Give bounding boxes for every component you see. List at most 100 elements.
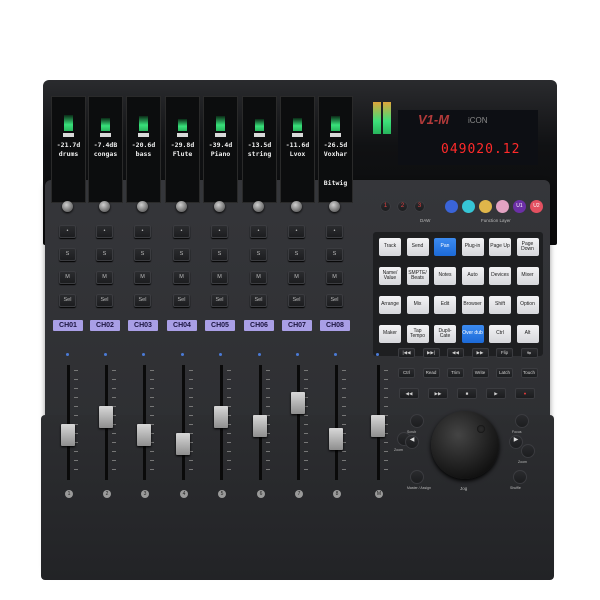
transport-button[interactable]: ⇆ [520, 348, 538, 358]
select-button[interactable]: Sel [211, 294, 228, 307]
channel-label[interactable]: CH05 [205, 320, 235, 331]
jog-wheel[interactable] [431, 411, 499, 479]
fader-cap[interactable] [329, 428, 343, 450]
nav-button-zoom2[interactable] [521, 444, 535, 458]
automation-button[interactable]: Touch [520, 368, 538, 378]
rotary-knob[interactable] [99, 201, 110, 212]
key-name-value[interactable]: Name/ Value [379, 267, 401, 285]
daw-button-3[interactable]: 3 [414, 201, 425, 212]
function-button-2[interactable] [462, 200, 475, 213]
nav-button-master[interactable] [410, 470, 424, 484]
rotary-knob[interactable] [62, 201, 73, 212]
rec-button[interactable]: • [134, 225, 151, 238]
rec-button[interactable]: • [96, 225, 113, 238]
select-button[interactable]: Sel [59, 294, 76, 307]
key-arrange[interactable]: Arrange [379, 296, 401, 314]
mute-button[interactable]: M [288, 271, 305, 284]
rotary-knob[interactable] [291, 201, 302, 212]
channel-label[interactable]: CH01 [53, 320, 83, 331]
function-button-4[interactable] [496, 200, 509, 213]
key-page-down[interactable]: Page Down [516, 238, 539, 256]
select-button[interactable]: Sel [173, 294, 190, 307]
key-maker[interactable]: Maker [379, 325, 401, 343]
solo-button[interactable]: S [134, 248, 151, 261]
transport-control[interactable]: ▶ [486, 388, 506, 399]
solo-button[interactable]: S [326, 248, 343, 261]
select-button[interactable]: Sel [326, 294, 343, 307]
fader-cap[interactable] [371, 414, 385, 437]
function-button-U1[interactable]: U1 [513, 200, 526, 213]
solo-button[interactable]: S [173, 248, 190, 261]
mute-button[interactable]: M [96, 271, 113, 284]
automation-button[interactable]: Write [471, 368, 489, 378]
mute-button[interactable]: M [134, 271, 151, 284]
fader-cap[interactable] [61, 423, 75, 446]
daw-button-2[interactable]: 2 [397, 201, 408, 212]
key-mixer[interactable]: Mixer [516, 267, 539, 285]
key-devices[interactable]: Devices [489, 267, 511, 285]
solo-button[interactable]: S [250, 248, 267, 261]
rec-button[interactable]: • [250, 225, 267, 238]
transport-button[interactable]: Flip [496, 348, 513, 358]
rotary-knob[interactable] [176, 201, 187, 212]
transport-button[interactable]: ◀◀ [447, 348, 464, 358]
daw-button-1[interactable]: 1 [380, 201, 391, 212]
select-button[interactable]: Sel [134, 294, 151, 307]
key-alt[interactable]: Alt [516, 325, 539, 343]
mute-button[interactable]: M [211, 271, 228, 284]
cursor-right[interactable]: ▶ [509, 435, 523, 449]
fader-cap[interactable] [176, 432, 190, 455]
key-option[interactable]: Option [516, 296, 539, 314]
automation-button[interactable]: Ctrl [398, 368, 415, 378]
channel-label[interactable]: CH06 [244, 320, 274, 331]
key-notes[interactable]: Notes [434, 267, 456, 285]
nav-button-shuffle[interactable] [513, 470, 527, 484]
rotary-knob[interactable] [253, 201, 264, 212]
rec-button[interactable]: • [288, 225, 305, 238]
key-shift[interactable]: Shift [489, 296, 511, 314]
fader-cap[interactable] [253, 414, 267, 437]
mute-button[interactable]: M [326, 271, 343, 284]
select-button[interactable]: Sel [96, 294, 113, 307]
transport-button[interactable]: |◀◀ [398, 348, 415, 358]
solo-button[interactable]: S [288, 248, 305, 261]
key-edit[interactable]: Edit [434, 296, 456, 314]
automation-button[interactable]: Read [422, 368, 440, 378]
key-dupli-cate[interactable]: Dupli- Cate [434, 325, 456, 343]
key-browser[interactable]: Browser [461, 296, 484, 314]
channel-label[interactable]: CH07 [282, 320, 312, 331]
fader-cap[interactable] [137, 423, 151, 446]
channel-label[interactable]: CH03 [128, 320, 158, 331]
transport-control[interactable]: ● [515, 388, 535, 399]
key-pan[interactable]: Pan [434, 238, 456, 256]
mute-button[interactable]: M [59, 271, 76, 284]
rec-button[interactable]: • [173, 225, 190, 238]
automation-button[interactable]: Trim [447, 368, 464, 378]
function-button-3[interactable] [479, 200, 492, 213]
key-ctrl[interactable]: Ctrl [489, 325, 511, 343]
key-over-dub[interactable]: Over dub [461, 325, 484, 343]
key-tap-tempo[interactable]: Tap Tempo [406, 325, 429, 343]
rec-button[interactable]: • [59, 225, 76, 238]
key-page-up[interactable]: Page Up [489, 238, 511, 256]
key-plug-in[interactable]: Plug-in [461, 238, 484, 256]
transport-button[interactable]: ▶▶| [422, 348, 440, 358]
rotary-knob[interactable] [137, 201, 148, 212]
rotary-knob[interactable] [214, 201, 225, 212]
nav-button-focus[interactable] [515, 414, 529, 428]
channel-label[interactable]: CH04 [167, 320, 197, 331]
transport-control[interactable]: ▶▶ [428, 388, 448, 399]
transport-button[interactable]: ▶▶ [471, 348, 489, 358]
rotary-knob[interactable] [329, 201, 340, 212]
fader-cap[interactable] [214, 405, 228, 428]
key-smpte-beats[interactable]: SMPTE/ Beats [406, 267, 429, 285]
key-track[interactable]: Track [379, 238, 401, 256]
channel-label[interactable]: CH08 [320, 320, 350, 331]
function-button-1[interactable] [445, 200, 458, 213]
select-button[interactable]: Sel [288, 294, 305, 307]
transport-control[interactable]: ■ [457, 388, 477, 399]
channel-label[interactable]: CH02 [90, 320, 120, 331]
solo-button[interactable]: S [96, 248, 113, 261]
function-button-U2[interactable]: U2 [530, 200, 543, 213]
rec-button[interactable]: • [211, 225, 228, 238]
